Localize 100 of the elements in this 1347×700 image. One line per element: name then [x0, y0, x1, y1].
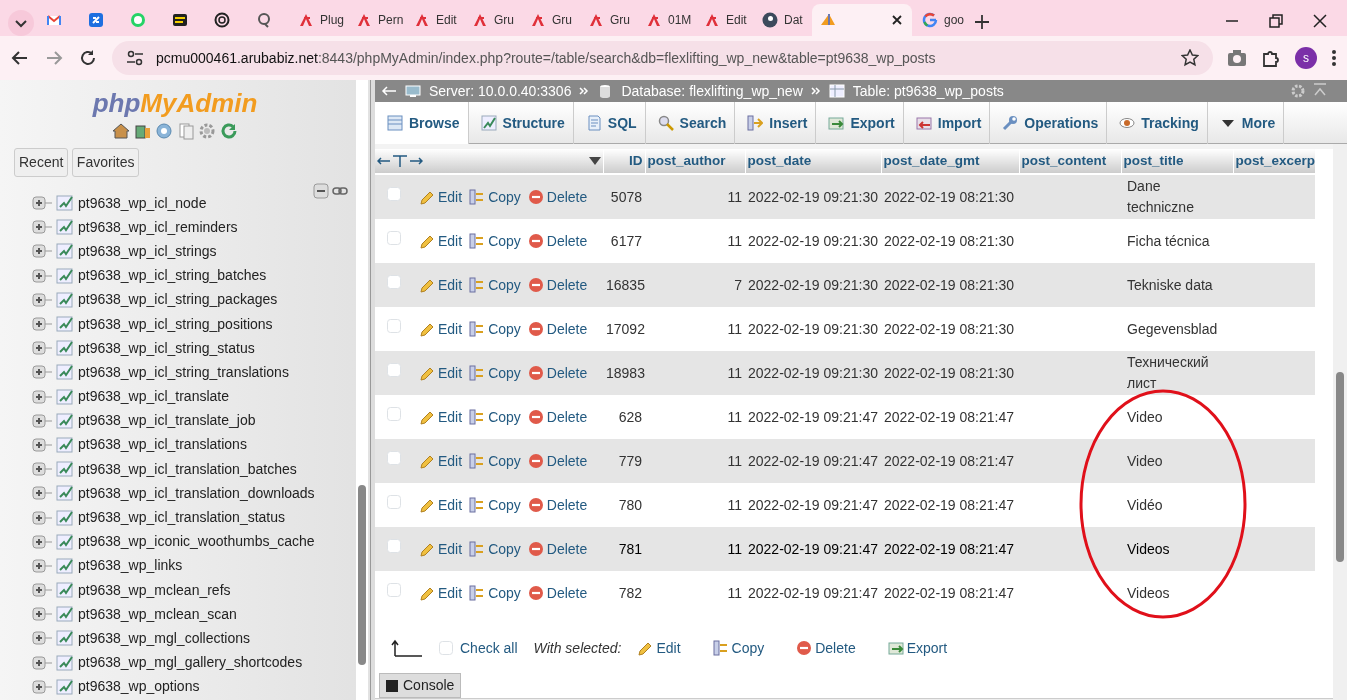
sidebar-tab[interactable]: Favorites [71, 148, 140, 177]
table-name-link[interactable]: pt9638_wp_icl_string_packages [78, 289, 278, 311]
row-action-link[interactable]: Copy [469, 362, 521, 384]
row-checkbox[interactable] [387, 406, 401, 421]
table-name-link[interactable]: pt9638_wp_mgl_gallery_shortcodes [78, 652, 303, 674]
row-checkbox[interactable] [387, 582, 401, 597]
row-action-link[interactable]: Delete [527, 494, 588, 516]
row-action-link[interactable]: Edit [419, 538, 463, 560]
row-action-link[interactable]: Edit [419, 274, 463, 296]
row-action-link[interactable]: Delete [527, 186, 588, 208]
expand-icon[interactable] [32, 461, 52, 478]
row-checkbox[interactable] [387, 362, 401, 377]
table-name-link[interactable]: pt9638_wp_mgl_collections [78, 627, 250, 649]
expand-icon[interactable] [32, 243, 52, 260]
column-header[interactable]: ID [603, 149, 645, 173]
table-name-link[interactable]: pt9638_wp_icl_string_status [78, 337, 255, 359]
column-header[interactable]: post_excerp [1233, 149, 1315, 173]
row-action-link[interactable]: Delete [527, 362, 588, 384]
browser-tab[interactable]: Gru [580, 4, 636, 36]
row-action-link[interactable]: Edit [419, 582, 463, 604]
table-name-link[interactable]: pt9638_wp_icl_translate_job [78, 410, 256, 432]
row-checkbox[interactable] [387, 274, 401, 289]
table-name-link[interactable]: pt9638_wp_mclean_refs [78, 579, 231, 601]
browser-tab[interactable]: goo [914, 4, 970, 36]
expand-icon[interactable] [32, 219, 52, 236]
row-action-link[interactable]: Copy [469, 186, 521, 208]
row-checkbox[interactable] [387, 318, 401, 333]
expand-icon[interactable] [32, 267, 52, 284]
table-name-link[interactable]: pt9638_wp_icl_node [78, 192, 207, 214]
extensions-icon[interactable] [1261, 48, 1281, 68]
expand-icon[interactable] [32, 557, 52, 574]
scrollbar[interactable] [356, 80, 368, 700]
column-header[interactable]: post_date [745, 149, 881, 173]
row-action-link[interactable]: Copy [469, 406, 521, 428]
row-checkbox[interactable] [387, 186, 401, 201]
table-name-link[interactable]: pt9638_wp_links [78, 555, 183, 577]
collapse-all-icon[interactable] [312, 183, 329, 199]
breadcrumb-link[interactable]: Table: pt9638_wp_posts [852, 80, 1004, 102]
browser-tab[interactable]: Gru [522, 4, 578, 36]
bulk-action-link[interactable]: Edit [637, 637, 681, 659]
bulk-action-link[interactable]: Copy [712, 637, 765, 659]
restore-icon[interactable] [1269, 14, 1283, 28]
row-action-link[interactable]: Edit [419, 318, 463, 340]
row-action-link[interactable]: Edit [419, 494, 463, 516]
table-name-link[interactable]: pt9638_wp_mclean_scan [78, 603, 237, 625]
exit-icon[interactable] [133, 122, 152, 140]
row-action-link[interactable]: Delete [527, 230, 588, 252]
address-bar[interactable]: pcmu000461.arubabiz.net:8443/phpMyAdmin/index.php?route=/table/search&db=flexlifting_wp_new&table=pt9638_wp_posts [112, 41, 1213, 75]
row-checkbox[interactable] [387, 538, 401, 553]
row-checkbox[interactable] [387, 494, 401, 509]
phpmyadmin-logo[interactable]: phpMyAdmin [0, 88, 350, 118]
browser-tab[interactable]: Gru [464, 4, 520, 36]
row-action-link[interactable]: Delete [527, 274, 588, 296]
table-name-link[interactable]: pt9638_wp_icl_string_translations [78, 361, 289, 383]
browser-tab[interactable]: Edit [696, 4, 752, 36]
row-action-link[interactable]: Copy [469, 450, 521, 472]
expand-icon[interactable] [32, 654, 52, 671]
row-checkbox[interactable] [387, 230, 401, 245]
check-all-link[interactable]: Check all [460, 637, 518, 659]
browser-tab[interactable]: 01M [638, 4, 694, 36]
expand-icon[interactable] [32, 533, 52, 550]
row-action-link[interactable]: Copy [469, 494, 521, 516]
row-action-link[interactable]: Copy [469, 274, 521, 296]
table-name-link[interactable]: pt9638_wp_icl_strings [78, 240, 217, 262]
menu-icon[interactable] [1331, 49, 1337, 67]
row-action-link[interactable]: Edit [419, 406, 463, 428]
table-name-link[interactable]: pt9638_wp_icl_translation_downloads [78, 482, 315, 504]
browser-tab[interactable]: Plug [290, 4, 346, 36]
table-name-link[interactable]: pt9638_wp_icl_translations [78, 434, 247, 456]
column-header[interactable]: post_author [645, 149, 745, 173]
table-name-link[interactable]: pt9638_wp_icl_translate [78, 386, 229, 408]
browser-tab[interactable]: Pern [348, 4, 404, 36]
table-name-link[interactable]: pt9638_wp_icl_translation_batches [78, 458, 297, 480]
row-checkbox[interactable] [387, 450, 401, 465]
bulk-action-link[interactable]: Delete [796, 637, 856, 659]
column-resize-icon[interactable] [377, 154, 423, 168]
row-action-link[interactable]: Delete [527, 538, 588, 560]
expand-icon[interactable] [32, 630, 52, 647]
check-all-checkbox[interactable] [439, 641, 453, 655]
expand-icon[interactable] [32, 291, 52, 308]
row-action-link[interactable]: Copy [469, 538, 521, 560]
expand-icon[interactable] [32, 485, 52, 502]
expand-icon[interactable] [32, 316, 52, 333]
expand-icon[interactable] [32, 195, 52, 212]
column-header[interactable]: post_content [1019, 149, 1121, 173]
row-action-link[interactable]: Copy [469, 318, 521, 340]
table-name-link[interactable]: pt9638_wp_icl_reminders [78, 216, 238, 238]
console-tab[interactable]: Console [379, 673, 462, 698]
table-name-link[interactable]: pt9638_wp_icl_string_batches [78, 265, 267, 287]
row-action-link[interactable]: Copy [469, 230, 521, 252]
sidebar-tab[interactable]: Recent [14, 148, 69, 177]
table-name-link[interactable]: pt9638_wp_icl_translation_status [78, 507, 286, 529]
row-action-link[interactable]: Delete [527, 450, 588, 472]
table-name-link[interactable]: pt9638_wp_iconic_woothumbs_cache [78, 531, 315, 553]
expand-icon[interactable] [32, 412, 52, 429]
help-icon[interactable] [155, 122, 174, 140]
profile-avatar[interactable]: s [1295, 47, 1317, 69]
camera-icon[interactable] [1227, 49, 1247, 67]
row-action-link[interactable]: Copy [469, 582, 521, 604]
bookmark-star-icon[interactable] [1181, 49, 1199, 67]
